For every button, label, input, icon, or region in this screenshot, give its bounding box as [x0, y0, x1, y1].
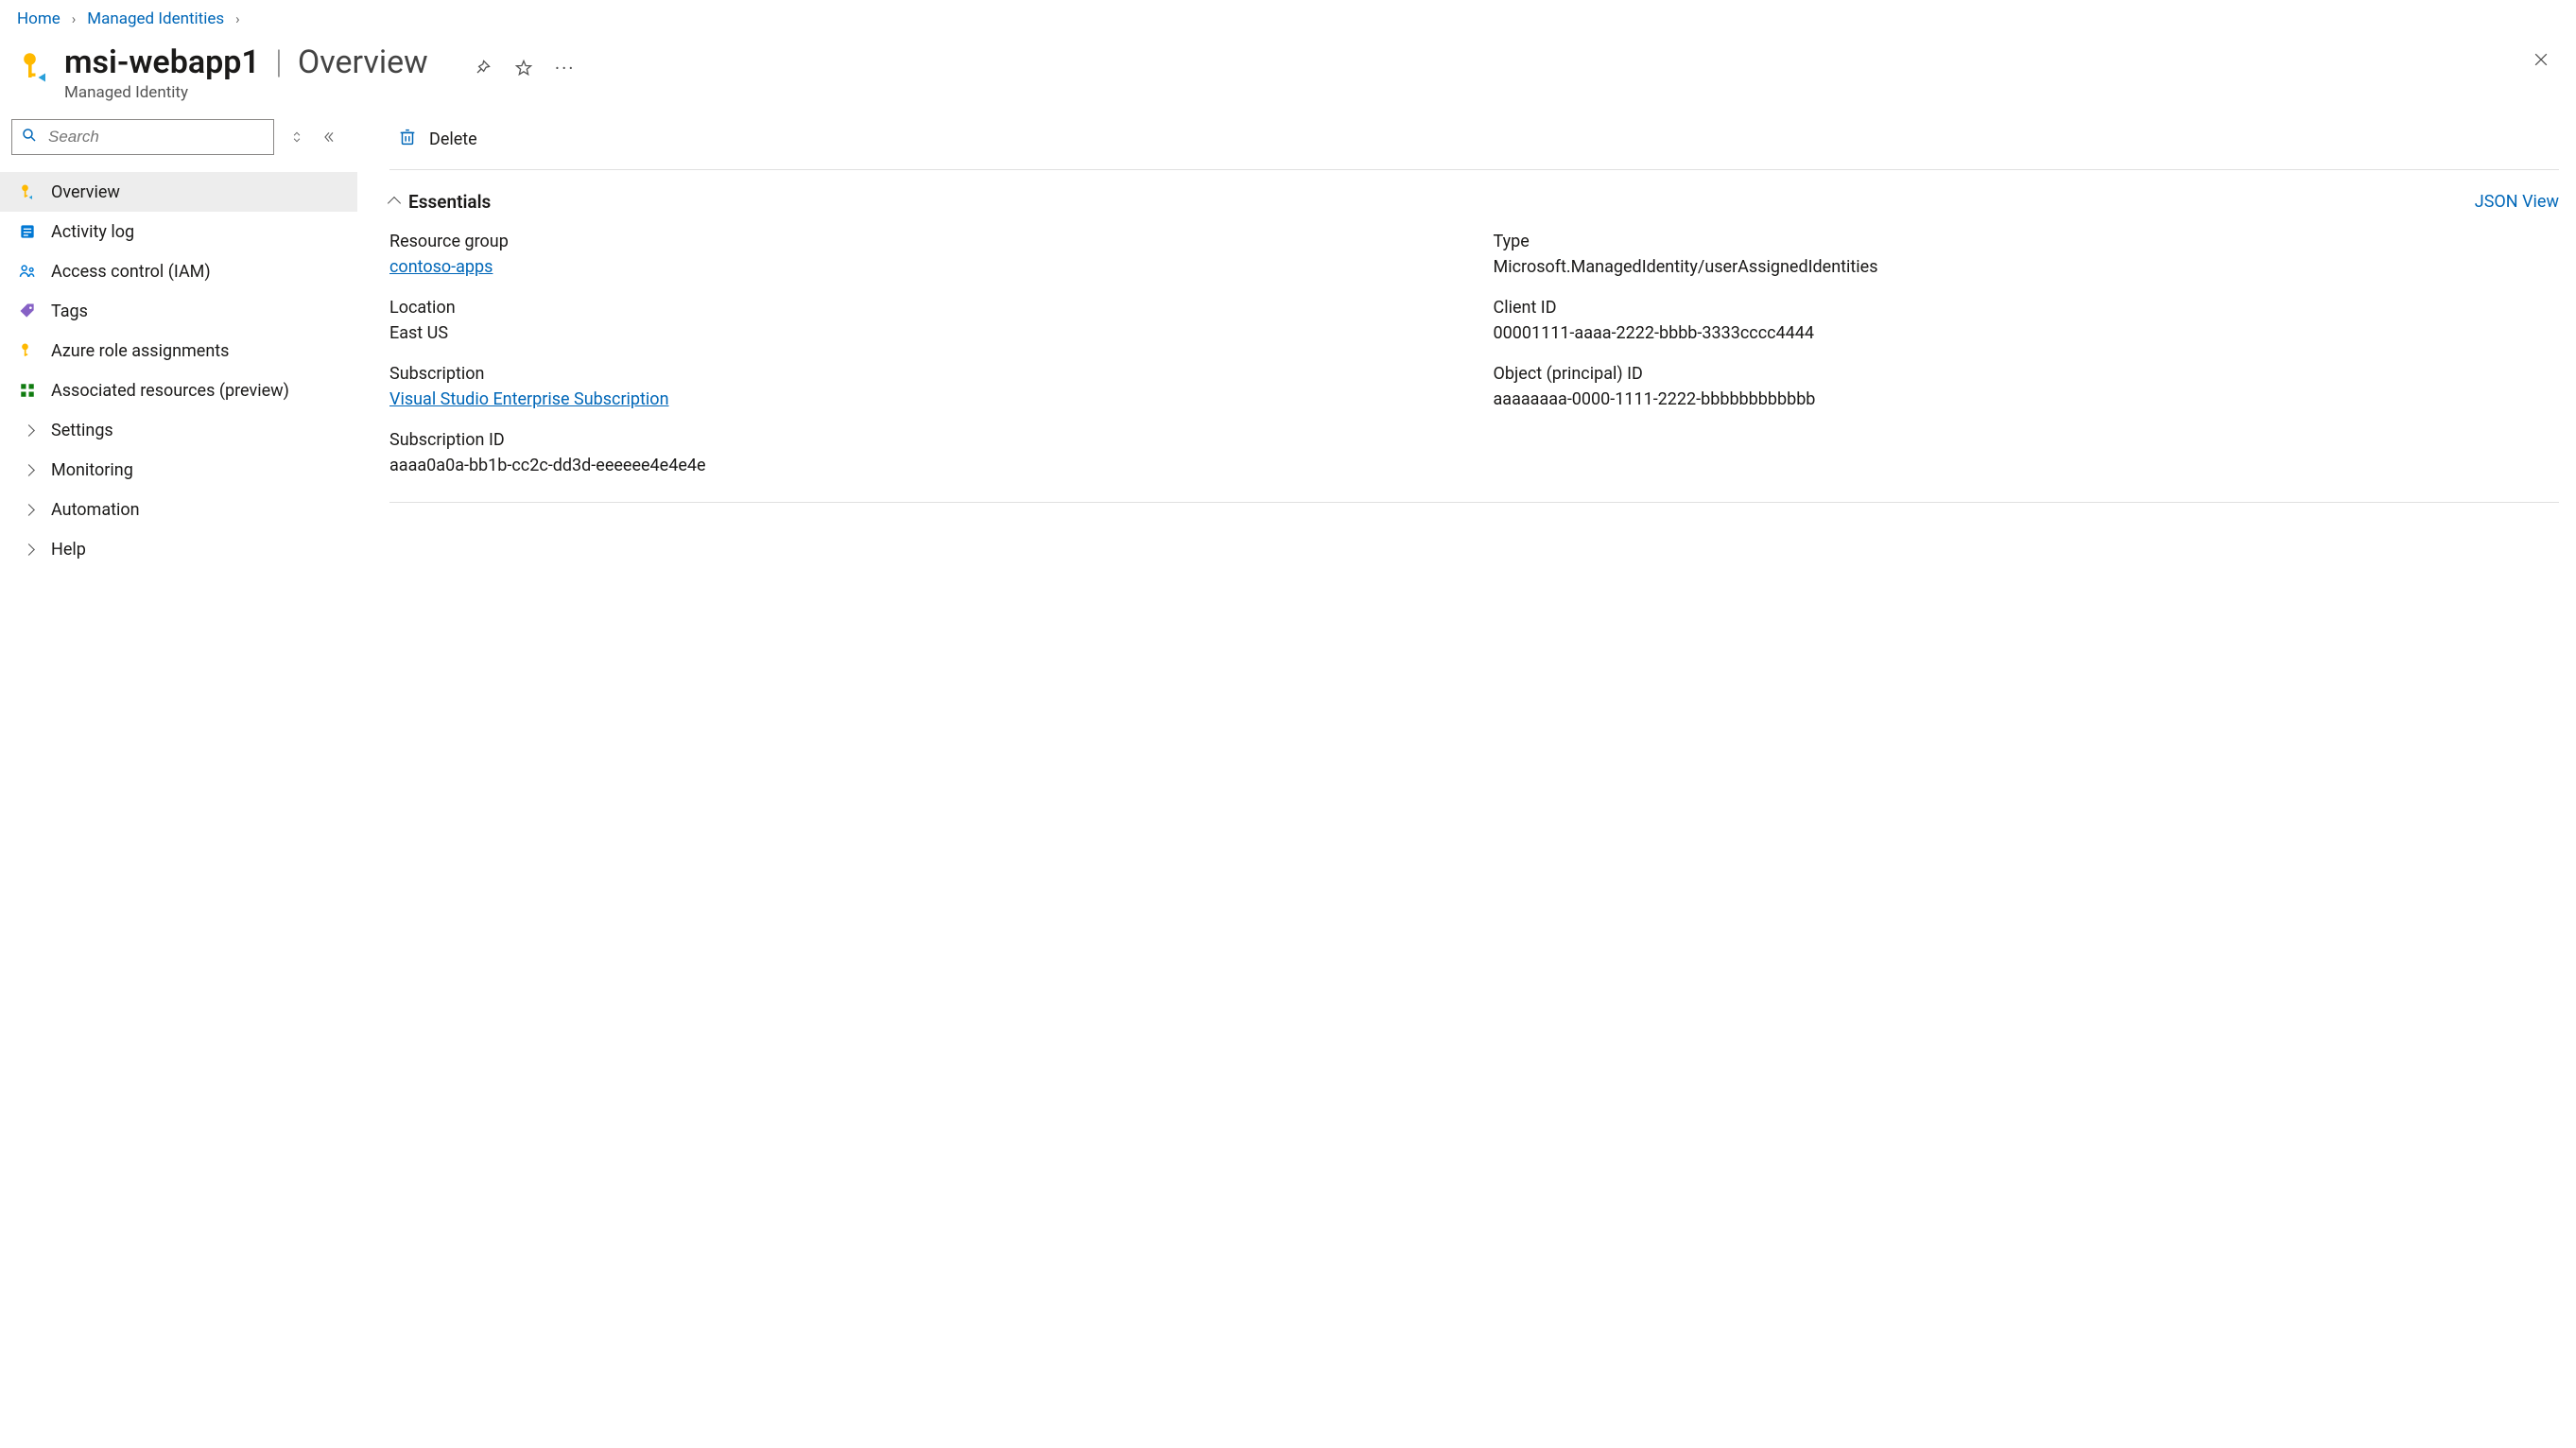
field-label: Type: [1494, 232, 2560, 251]
sidebar-nav: Overview Activity log: [0, 172, 357, 569]
delete-label: Delete: [429, 129, 477, 149]
resource-sidebar: Overview Activity log: [0, 115, 357, 607]
sidebar-item-label: Help: [51, 540, 86, 560]
field-subscription-id: Subscription ID aaaa0a0a-bb1b-cc2c-dd3d-…: [389, 430, 1456, 475]
pin-icon[interactable]: [472, 58, 493, 78]
key-icon: [17, 181, 38, 202]
sidebar-item-role-assignments[interactable]: Azure role assignments: [0, 331, 357, 371]
log-icon: [17, 221, 38, 242]
sidebar-item-associated-resources[interactable]: Associated resources (preview): [0, 371, 357, 410]
field-label: Client ID: [1494, 298, 2560, 318]
sidebar-item-access-control[interactable]: Access control (IAM): [0, 251, 357, 291]
expand-collapse-icon[interactable]: [287, 128, 306, 147]
field-object-id: Object (principal) ID aaaaaaaa-0000-1111…: [1494, 364, 2560, 409]
essentials-title: Essentials: [408, 191, 491, 213]
sidebar-item-activity-log[interactable]: Activity log: [0, 212, 357, 251]
field-label: Subscription: [389, 364, 1456, 384]
sidebar-item-label: Tags: [51, 302, 88, 321]
chevron-right-icon: ›: [72, 10, 77, 27]
sidebar-item-label: Associated resources (preview): [51, 381, 289, 401]
chevron-right-icon: [17, 420, 38, 440]
managed-identity-key-icon: [17, 49, 51, 83]
field-type: Type Microsoft.ManagedIdentity/userAssig…: [1494, 232, 2560, 277]
sidebar-item-tags[interactable]: Tags: [0, 291, 357, 331]
sidebar-item-label: Settings: [51, 421, 113, 440]
sidebar-item-automation[interactable]: Automation: [0, 490, 357, 529]
field-value: 00001111-aaaa-2222-bbbb-3333cccc4444: [1494, 323, 2560, 343]
breadcrumb: Home › Managed Identities ›: [0, 0, 2576, 34]
search-input[interactable]: [11, 119, 274, 155]
sidebar-item-help[interactable]: Help: [0, 529, 357, 569]
field-value: East US: [389, 323, 1456, 343]
command-bar: Delete: [389, 115, 2559, 170]
sidebar-search: [11, 119, 274, 155]
field-value: Microsoft.ManagedIdentity/userAssignedId…: [1494, 257, 2560, 277]
page-section-name: Overview: [298, 43, 428, 81]
field-label: Location: [389, 298, 1456, 318]
resource-group-link[interactable]: contoso-apps: [389, 257, 1456, 277]
sidebar-item-label: Overview: [51, 182, 120, 202]
sidebar-item-label: Monitoring: [51, 460, 133, 480]
essentials-panel: Resource group contoso-apps Type Microso…: [389, 222, 2559, 503]
field-value: aaaaaaaa-0000-1111-2222-bbbbbbbbbbbb: [1494, 389, 2560, 409]
chevron-right-icon: [17, 539, 38, 560]
sidebar-item-overview[interactable]: Overview: [0, 172, 357, 212]
breadcrumb-item-home[interactable]: Home: [17, 9, 61, 28]
page-header: msi-webapp1 | Overview ··· Managed Ident…: [0, 34, 2576, 115]
field-subscription: Subscription Visual Studio Enterprise Su…: [389, 364, 1456, 409]
grid-icon: [17, 380, 38, 401]
subscription-link[interactable]: Visual Studio Enterprise Subscription: [389, 389, 1456, 409]
chevron-right-icon: ›: [235, 10, 240, 27]
sidebar-item-settings[interactable]: Settings: [0, 410, 357, 450]
field-label: Subscription ID: [389, 430, 1456, 450]
collapse-sidebar-icon[interactable]: [320, 128, 338, 147]
chevron-right-icon: [17, 459, 38, 480]
field-location: Location East US: [389, 298, 1456, 343]
json-view-link[interactable]: JSON View: [2475, 192, 2559, 212]
iam-icon: [17, 261, 38, 282]
field-client-id: Client ID 00001111-aaaa-2222-bbbb-3333cc…: [1494, 298, 2560, 343]
sidebar-item-label: Access control (IAM): [51, 262, 211, 282]
sidebar-item-label: Automation: [51, 500, 140, 520]
field-label: Object (principal) ID: [1494, 364, 2560, 384]
more-icon[interactable]: ···: [555, 58, 576, 78]
chevron-right-icon: [17, 499, 38, 520]
chevron-up-icon: [389, 191, 399, 213]
sidebar-item-label: Activity log: [51, 222, 134, 242]
trash-icon: [397, 127, 418, 152]
favorite-star-icon[interactable]: [513, 58, 534, 78]
key-icon: [17, 340, 38, 361]
tag-icon: [17, 301, 38, 321]
main-content: Delete Essentials JSON View Resource gro…: [357, 115, 2576, 607]
resource-type-subtitle: Managed Identity: [64, 83, 576, 102]
breadcrumb-item-managed-identities[interactable]: Managed Identities: [87, 9, 224, 28]
page-title: msi-webapp1 | Overview: [64, 43, 428, 81]
sidebar-item-monitoring[interactable]: Monitoring: [0, 450, 357, 490]
field-label: Resource group: [389, 232, 1456, 251]
search-icon: [21, 127, 38, 147]
close-icon[interactable]: [2529, 47, 2553, 72]
resource-name: msi-webapp1: [64, 43, 260, 81]
field-value: aaaa0a0a-bb1b-cc2c-dd3d-eeeeee4e4e4e: [389, 456, 1456, 475]
field-resource-group: Resource group contoso-apps: [389, 232, 1456, 277]
delete-button[interactable]: Delete: [389, 123, 485, 156]
essentials-toggle[interactable]: Essentials: [389, 191, 491, 213]
sidebar-item-label: Azure role assignments: [51, 341, 229, 361]
